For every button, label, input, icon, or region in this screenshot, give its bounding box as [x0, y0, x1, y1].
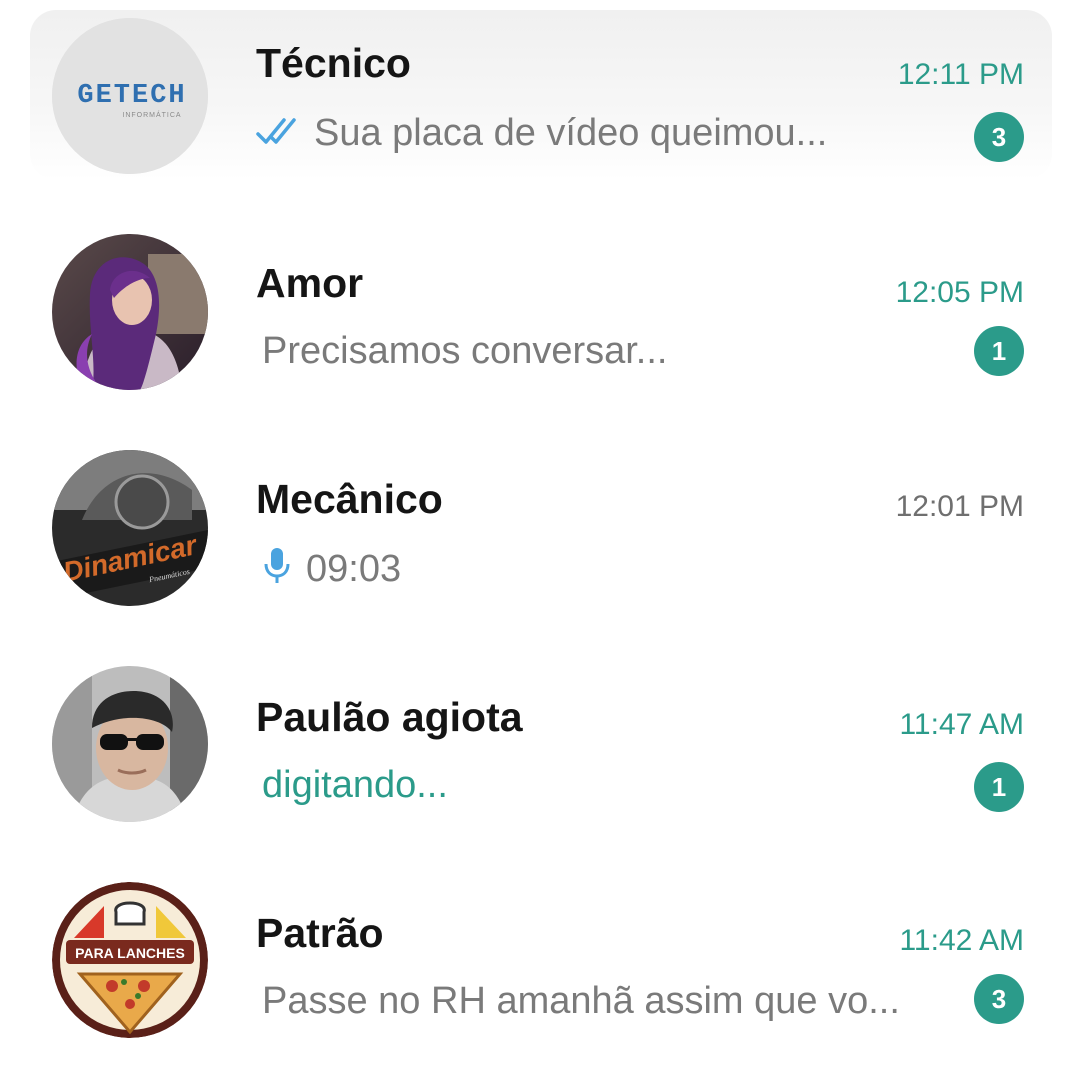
- svg-text:PARA LANCHES: PARA LANCHES: [75, 945, 185, 961]
- avatar-para-lanches-logo[interactable]: PARA LANCHES: [52, 882, 208, 1038]
- chat-time: 11:47 AM: [899, 708, 1024, 741]
- chat-name: Técnico: [256, 40, 411, 86]
- avatar-dinamicar-logo[interactable]: Dinamicar Pneumáticos: [52, 450, 208, 606]
- chat-name: Patrão: [256, 910, 384, 956]
- chat-row-tecnico[interactable]: GETECH INFORMÁTICA Técnico 12:11 PM Sua …: [0, 0, 1080, 200]
- chat-preview-text: Passe no RH amanhã assim que vo...: [262, 980, 900, 1022]
- chat-name: Mecânico: [256, 476, 443, 522]
- avatar-photo-woman[interactable]: [52, 234, 208, 390]
- svg-text:GETECH: GETECH: [77, 81, 186, 111]
- chat-preview-text: Sua placa de vídeo queimou...: [314, 112, 828, 154]
- chat-list: GETECH INFORMÁTICA Técnico 12:11 PM Sua …: [0, 0, 1080, 1074]
- chat-preview-text: 09:03: [306, 548, 402, 591]
- chat-preview-text: Precisamos conversar...: [262, 330, 668, 372]
- chat-time: 11:42 AM: [899, 924, 1024, 957]
- svg-text:INFORMÁTICA: INFORMÁTICA: [122, 110, 181, 119]
- chat-preview: Precisamos conversar...: [262, 330, 667, 373]
- avatar-photo-man[interactable]: [52, 666, 208, 822]
- chat-time: 12:05 PM: [895, 276, 1024, 309]
- chat-time: 12:11 PM: [897, 58, 1024, 91]
- unread-badge: 1: [974, 762, 1024, 812]
- chat-time: 12:01 PM: [895, 490, 1024, 523]
- avatar-getech-logo[interactable]: GETECH INFORMÁTICA: [52, 18, 208, 174]
- unread-badge: 3: [974, 974, 1024, 1024]
- chat-preview: 09:03: [262, 546, 401, 596]
- chat-preview-typing: digitando...: [262, 764, 448, 807]
- chat-name: Amor: [256, 260, 364, 306]
- microphone-icon: [262, 546, 292, 596]
- chat-row-mecanico[interactable]: Dinamicar Pneumáticos Mecânico 12:01 PM …: [0, 434, 1080, 634]
- chat-row-patrao[interactable]: PARA LANCHES Patrão 11:42 AM Passe no RH…: [0, 868, 1080, 1068]
- chat-preview-text: digitando...: [262, 764, 448, 806]
- double-check-icon: [256, 113, 300, 156]
- chat-row-amor[interactable]: Amor 12:05 PM Precisamos conversar... 1: [0, 218, 1080, 418]
- chat-preview: Sua placa de vídeo queimou...: [256, 112, 827, 156]
- unread-badge: 3: [974, 112, 1024, 162]
- chat-name: Paulão agiota: [256, 694, 523, 740]
- chat-preview: Passe no RH amanhã assim que vo...: [262, 980, 900, 1023]
- unread-badge: 1: [974, 326, 1024, 376]
- chat-row-paulao-agiota[interactable]: Paulão agiota 11:47 AM digitando... 1: [0, 652, 1080, 852]
